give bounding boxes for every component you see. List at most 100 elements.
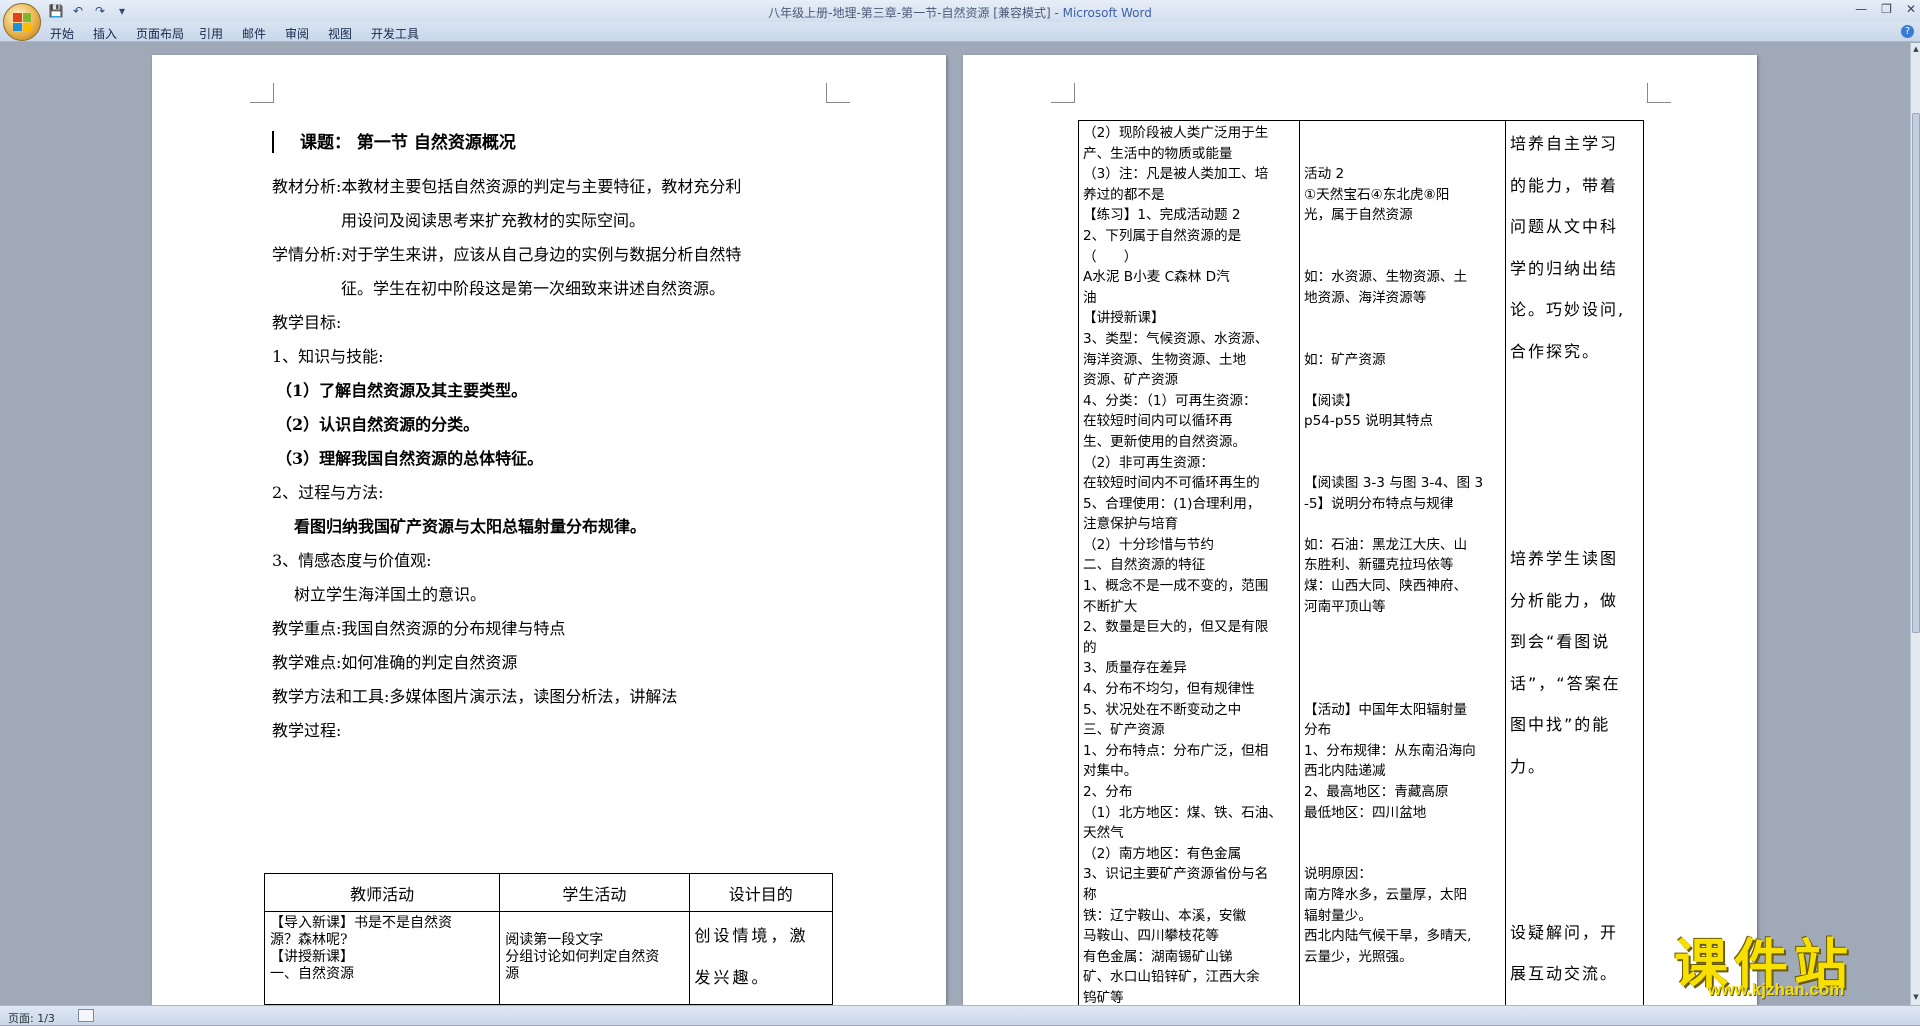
body-line: （2）认识自然资源的分类。 [276,415,480,434]
document-page-2[interactable]: （2）现阶段被人类广泛用于生 产、生活中的物质或能量 （3）注：凡是被人类加工、培养… [963,55,1757,1005]
cell-line: 2、数量是巨大的，但又是有限 [1083,619,1269,636]
cell-line: 称 [1083,886,1097,903]
cell-line: ①天然宝石④东北虎⑧阳 [1304,186,1450,203]
crop-mark [250,83,274,103]
cell-line: 的能力，带着 [1510,175,1619,195]
scroll-thumb[interactable] [1912,113,1920,633]
cell-line [1304,679,1501,700]
cell-line [1304,658,1501,679]
cell-line: 矿、水口山铅锌矿，江西大余 [1083,969,1260,986]
cell-line: （1）北方地区：煤、铁、石油、 [1083,804,1282,821]
tab-review[interactable]: 审阅 [285,25,309,42]
cell-line: 2、最高地区：青藏高原 [1304,784,1449,800]
cell-line: 4、分类：（1）可再生资源： [1083,392,1257,409]
cell-line: 一、自然资源 [270,966,354,982]
redo-icon[interactable]: ↷ [92,3,108,19]
vertical-scrollbar[interactable]: ▲ ▼ [1910,43,1920,1005]
student-activity-cell: 活动 2 ①天然宝石④东北虎⑧阳 光，属于自然资源 如：水资源、生物资源、土 地资源、… [1299,120,1506,1005]
cell-line: 设疑解问，开 [1510,922,1619,942]
cell-line: 【阅读图 3-3 与图 3-4、图 3 [1304,475,1484,492]
cell-line: 如：矿产资源 [1304,351,1386,368]
scroll-up-icon[interactable]: ▲ [1911,45,1920,55]
cell-line: 创设情境，激 [694,926,809,945]
body-line: 1、知识与技能: [272,347,384,366]
status-bar: 页面: 1/3 [0,1005,1920,1025]
customize-toolbar-icon[interactable]: ▾ [114,3,130,19]
cell-line: 有色金属：湖南锡矿山锑 [1083,948,1233,965]
cell-line: 在较短时间内可以循环再 [1083,413,1233,430]
ribbon-tab-bar: 开始 插入 页面布局 引用 邮件 审阅 视图 开发工具 ? [0,22,1920,42]
table-clip: （2）现阶段被人类广泛用于生 产、生活中的物质或能量 （3）注：凡是被人类加工、培养… [963,55,1757,1005]
undo-icon[interactable]: ↶ [70,3,86,19]
cell-line: 源 [505,966,520,982]
body-line: （3）理解我国自然资源的总体特征。 [276,449,544,468]
cell-line: 不断扩大 [1083,598,1138,615]
cell-line: 1、概念不是一成不变的，范围 [1083,578,1269,595]
cell-line: 学的归纳出结 [1510,258,1619,278]
cell-line [1304,329,1501,350]
cell-line: 合作探究。 [1510,341,1601,361]
cell-line: 1、分布规律：从东南沿海向 [1304,742,1476,759]
cell-line: 在较短时间内不可循环再生的 [1083,475,1260,492]
cell-line: 分布 [1304,722,1332,739]
tab-view[interactable]: 视图 [328,25,352,42]
spelling-status-icon[interactable] [78,1009,94,1022]
table-header: 设计目的 [688,873,833,912]
office-button[interactable] [3,3,41,41]
cell-line: （2）非可再生资源： [1083,454,1214,471]
watermark-logo: 课件站 www.kjzhan.com [1668,920,1918,1002]
title-bar: 八年级上册-地理-第三章-第一节-自然资源 [兼容模式] - Microsoft… [0,0,1920,22]
tab-insert[interactable]: 插入 [93,25,117,42]
cell-line [1304,453,1501,474]
body-line: 教学过程: [272,721,342,740]
save-icon[interactable]: 💾 [48,3,64,19]
cell-line: 源？森林呢? [270,932,348,948]
cell-line: 培养学生读图 [1510,549,1619,568]
minimize-icon[interactable]: — [1855,2,1867,16]
cell-line: 煤：山西大同、陕西神府、 [1304,578,1468,595]
tab-mailings[interactable]: 邮件 [242,25,266,42]
cell-line: 5、状况处在不断变动之中 [1083,701,1242,718]
cell-line: （3）注：凡是被人类加工、培 [1083,166,1269,183]
cell-line: 5、合理使用：(1)合理利用， [1083,495,1261,512]
cell-line: 生、更新使用的自然资源。 [1083,433,1247,450]
cell-line: p54-p55 说明其特点 [1304,413,1434,430]
restore-icon[interactable]: ❐ [1881,2,1892,16]
tab-references[interactable]: 引用 [199,25,223,42]
cell-line: 【阅读】 [1304,392,1359,409]
cell-line: 3、类型：气候资源、水资源、 [1083,330,1269,347]
cell-line: 养过的都不是 [1083,186,1165,203]
cell-line: 二、自然资源的特征 [1083,557,1206,574]
cell-line: 河南平顶山等 [1304,598,1386,615]
table-header: 学生活动 [499,873,690,912]
cell-line [1510,870,1639,912]
tab-developer[interactable]: 开发工具 [371,25,419,42]
close-icon[interactable]: ✕ [1906,2,1916,16]
cell-line: 3、识记主要矿产资源省份与名 [1083,866,1269,883]
cell-line [1510,455,1639,497]
cell-line: 西北内陆递减 [1304,763,1386,780]
cell-line: 话”，“答案在 [1510,673,1621,693]
cell-line [1304,226,1501,247]
cell-line: 【讲授新课】 [270,949,354,965]
document-page-1[interactable]: 课题： 第一节 自然资源概况 教材分析:本教材主要包括自然资源的判定与主要特征，… [152,55,946,1005]
table-cell: 创设情境，激 发兴趣。 [688,911,833,1005]
tab-home[interactable]: 开始 [50,25,74,42]
window-controls: — ❐ ✕ [1855,2,1916,16]
body-line: 看图归纳我国矿产资源与太阳总辐射量分布规律。 [294,517,647,536]
cell-line: 铁：辽宁鞍山、本溪，安徽 [1083,907,1247,924]
cell-line: 分组讨论如何判定自然资 [505,949,660,965]
page-count[interactable]: 页面: 1/3 [8,1010,55,1026]
body-line: 教学目标: [272,313,342,332]
table-header: 教师活动 [264,873,501,912]
help-icon[interactable]: ? [1901,25,1914,38]
body-line: 3、情感态度与价值观: [272,551,432,570]
text-cursor [272,131,274,153]
cell-line: 如：石油：黑龙江大庆、山 [1304,536,1468,553]
cell-line [1510,372,1639,414]
tab-page-layout[interactable]: 页面布局 [136,25,184,42]
cell-line: 南方降水多，云量厚，太阳 [1304,886,1468,903]
cell-line: 资源、矿产资源 [1083,372,1179,389]
cell-line [1510,787,1639,829]
lesson-table-continued: （2）现阶段被人类广泛用于生 产、生活中的物质或能量 （3）注：凡是被人类加工、培养… [1078,120,1644,1005]
